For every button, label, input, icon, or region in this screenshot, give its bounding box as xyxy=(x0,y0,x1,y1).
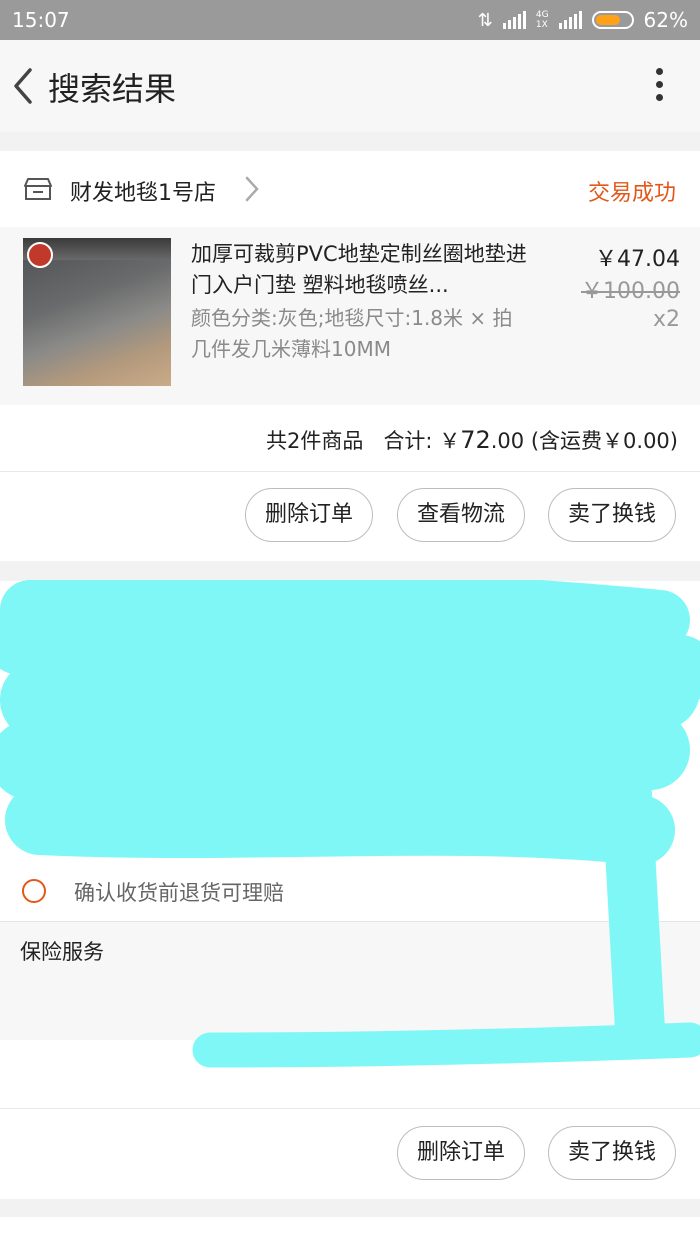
guarantee-text: 确认收货前退货可理赔 xyxy=(74,881,284,905)
battery-percent: 62% xyxy=(643,8,688,32)
chevron-left-icon[interactable] xyxy=(10,66,40,106)
insurance-row: 保险服务 xyxy=(0,922,700,1040)
summary-count: 共2件商品 xyxy=(266,429,364,453)
item-price: ￥47.04 xyxy=(595,247,680,272)
order-status: 交易成功 xyxy=(587,181,676,206)
sell-for-cash-button[interactable]: 卖了换钱 xyxy=(548,488,676,542)
view-logistics-button[interactable]: 查看物流 xyxy=(397,488,525,542)
signal-icon-2 xyxy=(558,11,582,29)
summary-total-dec: .00 xyxy=(490,429,525,453)
signal-icon xyxy=(502,11,526,29)
delete-order-button[interactable]: 删除订单 xyxy=(245,488,373,542)
app-header: 搜索结果 xyxy=(0,40,700,132)
order-card-2: 确认收货前退货可理赔 保险服务 删除订单 卖了换钱 xyxy=(0,581,700,1199)
brand-badge xyxy=(27,242,53,268)
status-bar: 15:07 ⇅ 4G 1X 62% xyxy=(0,0,700,40)
status-time: 15:07 xyxy=(12,8,70,32)
order-summary: 共2件商品 合计: ￥72.00 (含运费￥0.00) xyxy=(0,405,700,472)
shield-icon xyxy=(22,879,46,903)
summary-total-label: 合计: ￥ xyxy=(383,429,461,453)
store-icon xyxy=(24,178,52,200)
order-item[interactable]: 加厚可裁剪PVC地垫定制丝圈地垫进门入户门垫 塑料地毯喷丝... 颜色分类:灰色… xyxy=(0,227,700,405)
item-quantity: x2 xyxy=(652,307,680,332)
more-vertical-icon[interactable] xyxy=(654,68,664,108)
order-summary-2 xyxy=(0,1040,700,1109)
order-actions-2: 删除订单 卖了换钱 xyxy=(0,1109,700,1199)
network-type: 4G 1X xyxy=(535,10,549,30)
item-spec: 颜色分类:灰色;地毯尺寸:1.8米 × 拍几件发几米薄料10MM xyxy=(191,306,513,361)
delete-order-button-2[interactable]: 删除订单 xyxy=(397,1126,525,1180)
summary-total-int: 72 xyxy=(460,426,491,454)
item-original-price: ￥100.00 xyxy=(581,279,680,304)
shop-name[interactable]: 财发地毯1号店 xyxy=(70,175,216,207)
next-order-card xyxy=(0,1217,700,1244)
chevron-right-icon xyxy=(245,176,259,202)
insurance-label: 保险服务 xyxy=(20,940,104,964)
shop-row[interactable]: 财发地毯1号店 交易成功 xyxy=(0,151,700,227)
page-title: 搜索结果 xyxy=(48,70,177,108)
order-card: 财发地毯1号店 交易成功 加厚可裁剪PVC地垫定制丝圈地垫进门入户门垫 塑料地毯… xyxy=(0,151,700,561)
battery-icon xyxy=(591,11,634,29)
product-image xyxy=(23,238,171,386)
summary-shipping: (含运费￥0.00) xyxy=(530,429,678,453)
order-actions: 删除订单 查看物流 卖了换钱 xyxy=(0,472,700,561)
sell-for-cash-button-2[interactable]: 卖了换钱 xyxy=(548,1126,676,1180)
data-transfer-icon: ⇅ xyxy=(477,9,493,31)
guarantee-row: 确认收货前退货可理赔 xyxy=(0,861,700,922)
item-title: 加厚可裁剪PVC地垫定制丝圈地垫进门入户门垫 塑料地毯喷丝... xyxy=(191,242,527,297)
